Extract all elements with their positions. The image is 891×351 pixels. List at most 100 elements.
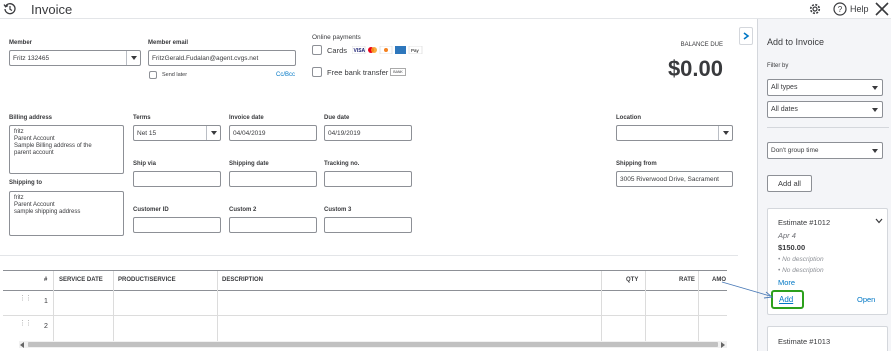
chevron-right-icon <box>743 32 750 40</box>
page-title: Invoice <box>31 2 73 17</box>
custom2-label: Custom 2 <box>229 207 257 213</box>
send-later-label: Send later <box>162 72 188 78</box>
tracking-field[interactable] <box>324 171 412 187</box>
collapse-panel-button[interactable] <box>739 27 753 45</box>
cards-label: Cards <box>327 46 348 55</box>
col-divider <box>217 271 218 341</box>
col-divider <box>698 271 699 341</box>
gear-icon[interactable] <box>808 2 822 16</box>
chevron-down-icon <box>872 149 878 153</box>
svg-text:VISA: VISA <box>354 48 366 54</box>
drag-handle-icon[interactable]: ⋮⋮ <box>19 295 32 305</box>
invoice-date-value: 04/04/2019 <box>233 129 266 137</box>
section-divider <box>0 255 738 256</box>
due-date-field[interactable]: 04/19/2019 <box>324 125 412 141</box>
more-link[interactable]: More <box>778 278 795 287</box>
tracking-label: Tracking no. <box>324 161 360 167</box>
shipping-address-field[interactable]: fritz Parent Account sample shipping add… <box>9 191 124 236</box>
help-label[interactable]: Help <box>850 4 869 14</box>
chevron-down-icon[interactable] <box>126 51 140 65</box>
table-top-border <box>3 270 727 271</box>
customer-select[interactable]: Fritz 132465 <box>9 50 141 66</box>
invoice-header <box>0 0 891 19</box>
open-estimate-link[interactable]: Open <box>857 295 875 304</box>
customer-id-label: Customer ID <box>133 207 169 213</box>
col-divider <box>601 271 602 341</box>
cards-checkbox[interactable] <box>312 45 322 55</box>
svg-text:?: ? <box>838 5 843 14</box>
shipping-date-label: Shipping date <box>229 161 269 167</box>
customer-label: Member <box>9 40 33 46</box>
custom2-field[interactable] <box>229 217 317 233</box>
custom3-label: Custom 3 <box>324 207 352 213</box>
invoice-date-label: Invoice date <box>229 115 264 121</box>
chevron-down-icon[interactable] <box>718 126 732 140</box>
table-header-border <box>3 290 727 291</box>
type-filter-value: All types <box>771 84 798 91</box>
email-label: Member email <box>148 40 189 46</box>
bank-transfer-checkbox[interactable] <box>312 67 322 77</box>
drag-handle-icon[interactable]: ⋮⋮ <box>19 320 32 330</box>
estimate-line: • No description <box>778 256 824 263</box>
terms-select[interactable]: Net 15 <box>133 125 221 141</box>
col-header-num: # <box>44 277 48 283</box>
close-icon[interactable] <box>874 1 890 17</box>
online-payments-label: Online payments <box>312 34 361 41</box>
chevron-down-icon <box>872 86 878 90</box>
shipping-from-label: Shipping from <box>616 161 657 167</box>
custom3-field[interactable] <box>324 217 412 233</box>
due-date-label: Due date <box>324 115 350 121</box>
estimate-date: Apr 4 <box>778 231 796 240</box>
type-filter-select[interactable]: All types <box>767 79 883 96</box>
estimate-title: Estimate #1012 <box>778 218 831 227</box>
row-divider <box>3 315 727 316</box>
shipping-to-label: Shipping to <box>9 180 42 186</box>
bank-transfer-label: Free bank transfer <box>327 68 389 77</box>
add-all-button[interactable]: Add all <box>767 175 812 192</box>
customer-value: Fritz 132465 <box>13 54 50 62</box>
group-filter-value: Don't group time <box>771 147 819 154</box>
cc-bcc-link[interactable]: Cc/Bcc <box>276 72 295 78</box>
invoice-date-field[interactable]: 04/04/2019 <box>229 125 317 141</box>
scroll-left-icon[interactable] <box>20 342 24 348</box>
svg-text:Pay: Pay <box>411 48 420 53</box>
estimate-amount: $150.00 <box>778 243 806 252</box>
shipping-from-field[interactable]: 3005 Riverwood Drive, Sacrament <box>616 171 733 187</box>
date-filter-select[interactable]: All dates <box>767 101 883 118</box>
billing-address-label: Billing address <box>9 115 53 121</box>
customer-id-field[interactable] <box>133 217 221 233</box>
chevron-down-icon[interactable] <box>206 126 220 140</box>
add-estimate-link[interactable]: Add <box>779 295 793 304</box>
date-filter-value: All dates <box>771 106 798 113</box>
help-icon[interactable]: ? <box>833 2 847 16</box>
col-header-description: DESCRIPTION <box>222 277 264 283</box>
location-select[interactable] <box>616 125 733 141</box>
recent-transactions-icon[interactable] <box>3 2 17 16</box>
terms-value: Net 15 <box>137 129 157 137</box>
row-number: 2 <box>44 323 48 330</box>
col-divider <box>53 271 54 341</box>
location-label: Location <box>616 115 641 121</box>
filter-label: Filter by <box>767 63 789 69</box>
send-later-checkbox[interactable] <box>149 71 157 79</box>
panel-title: Add to Invoice <box>767 37 825 47</box>
ship-via-label: Ship via <box>133 161 157 167</box>
terms-label: Terms <box>133 115 151 121</box>
col-divider <box>113 271 114 341</box>
ship-via-field[interactable] <box>133 171 221 187</box>
balance-due-amount: $0.00 <box>667 56 723 81</box>
shipping-date-field[interactable] <box>229 171 317 187</box>
bank-icon: BANK <box>390 68 406 76</box>
chevron-down-icon[interactable] <box>875 217 883 227</box>
row-number: 1 <box>44 298 48 305</box>
scroll-right-icon[interactable] <box>721 342 725 348</box>
shipping-from-value: 3005 Riverwood Drive, Sacrament <box>620 175 719 183</box>
group-filter-select[interactable]: Don't group time <box>767 142 883 159</box>
panel-divider <box>767 127 889 128</box>
email-field[interactable]: FritzGerald.Fudalan@agent.cvgs.net <box>148 50 296 66</box>
scrollbar-thumb[interactable] <box>28 342 718 347</box>
annotation-arrow-icon <box>721 281 774 299</box>
billing-address-field[interactable]: fritz Parent Account Sample Billing addr… <box>9 125 124 174</box>
estimate-title: Estimate #1013 <box>778 337 831 346</box>
col-header-rate: RATE <box>679 277 695 283</box>
